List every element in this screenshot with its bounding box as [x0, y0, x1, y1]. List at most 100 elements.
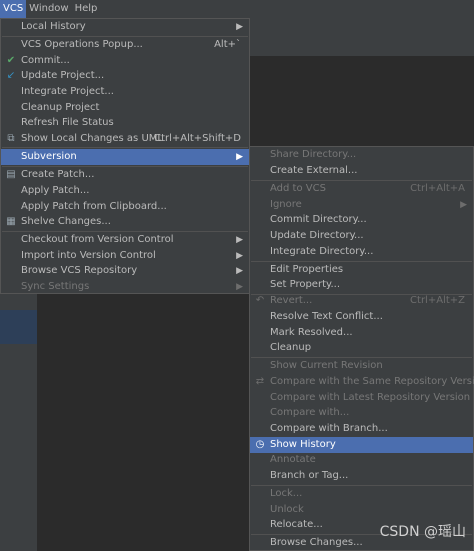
update-arrow-icon: ↙ — [6, 70, 16, 81]
menu-item-shortcut: Ctrl+Alt+Shift+D — [154, 133, 241, 144]
menu-item-create-external[interactable]: Create External... — [250, 163, 473, 179]
check-icon: ✔ — [6, 55, 16, 66]
menubar-window[interactable]: Window — [26, 0, 71, 18]
menu-item-apply-patch-clipboard[interactable]: Apply Patch from Clipboard... — [1, 199, 249, 215]
menu-item-compare-latest-repo-version: Compare with Latest Repository Version — [250, 390, 473, 406]
menu-item-label: Integrate Directory... — [270, 246, 374, 257]
menu-item-resolve-text-conflict[interactable]: Resolve Text Conflict... — [250, 309, 473, 325]
menu-item-label: Ignore — [270, 199, 302, 210]
menu-item-label: Refresh File Status — [21, 117, 114, 128]
menu-item-cleanup[interactable]: Cleanup — [250, 340, 473, 356]
menu-item-label: Branch or Tag... — [270, 470, 349, 481]
menu-item-label: Compare with Branch... — [270, 423, 388, 434]
menu-item-label: Update Project... — [21, 70, 105, 81]
menu-item-unlock: Unlock — [250, 502, 473, 518]
menu-item-label: Show Local Changes as UML — [21, 133, 163, 144]
menu-item-compare-with: Compare with... — [250, 405, 473, 421]
menu-item-branch-or-tag[interactable]: Branch or Tag... — [250, 468, 473, 484]
submenu-arrow-icon: ▶ — [236, 235, 243, 245]
menu-item-edit-properties[interactable]: Edit Properties — [250, 262, 473, 278]
menu-item-share-directory: Share Directory... — [250, 147, 473, 163]
menu-item-label: Add to VCS — [270, 183, 326, 194]
menu-item-label: Commit Directory... — [270, 214, 367, 225]
menu-item-label: VCS Operations Popup... — [21, 39, 143, 50]
menu-item-vcs-operations-popup[interactable]: VCS Operations Popup... Alt+` — [1, 37, 249, 53]
menu-item-cleanup-project[interactable]: Cleanup Project — [1, 100, 249, 116]
menubar-help[interactable]: Help — [72, 0, 101, 18]
menu-item-label: Apply Patch... — [21, 185, 90, 196]
menu-item-lock: Lock... — [250, 486, 473, 502]
menu-item-label: Create Patch... — [21, 169, 95, 180]
menu-item-subversion[interactable]: Subversion ▶ — [1, 149, 249, 165]
submenu-arrow-icon: ▶ — [236, 282, 243, 292]
shelve-icon: ▦ — [6, 216, 16, 227]
menu-item-label: Subversion — [21, 151, 77, 162]
compare-icon: ⇄ — [255, 376, 265, 387]
selected-tree-row[interactable] — [0, 310, 37, 344]
submenu-arrow-icon: ▶ — [236, 251, 243, 261]
menu-item-label: Local History — [21, 21, 86, 32]
submenu-arrow-icon: ▶ — [236, 266, 243, 276]
menu-item-refresh-file-status[interactable]: Refresh File Status — [1, 115, 249, 131]
menu-item-mark-resolved[interactable]: Mark Resolved... — [250, 325, 473, 341]
menu-item-commit-directory[interactable]: Commit Directory... — [250, 212, 473, 228]
submenu-arrow-icon: ▶ — [236, 152, 243, 162]
menu-item-update-project[interactable]: ↙ Update Project... — [1, 68, 249, 84]
clock-icon: ◷ — [255, 439, 265, 450]
menu-item-show-local-changes-uml[interactable]: ⧉ Show Local Changes as UML Ctrl+Alt+Shi… — [1, 131, 249, 147]
menu-item-label: Cleanup — [270, 342, 312, 353]
menu-item-label: Checkout from Version Control — [21, 234, 174, 245]
menu-item-set-property[interactable]: Set Property... — [250, 277, 473, 293]
menu-item-label: Create External... — [270, 165, 358, 176]
menu-item-label: Unlock — [270, 504, 304, 515]
watermark: CSDN @瑶山 — [379, 524, 466, 540]
menu-item-label: Compare with Latest Repository Version — [270, 392, 471, 403]
revert-icon: ↶ — [255, 295, 265, 306]
menu-separator — [2, 147, 248, 148]
menu-item-checkout[interactable]: Checkout from Version Control ▶ — [1, 232, 249, 248]
menu-item-ignore: Ignore ▶ — [250, 197, 473, 213]
menu-item-label: Revert... — [270, 295, 313, 306]
menu-item-add-to-vcs: Add to VCS Ctrl+Alt+A — [250, 181, 473, 197]
menu-item-label: Browse VCS Repository — [21, 265, 138, 276]
menu-item-shortcut: Alt+` — [214, 39, 241, 50]
menu-item-integrate-directory[interactable]: Integrate Directory... — [250, 244, 473, 260]
menu-item-label: Browse Changes... — [270, 537, 363, 548]
menu-item-label: Import into Version Control — [21, 250, 156, 261]
menu-item-shortcut: Ctrl+Alt+A — [410, 183, 465, 194]
menu-item-import[interactable]: Import into Version Control ▶ — [1, 248, 249, 264]
menu-item-label: Annotate — [270, 454, 316, 465]
menu-item-label: Show Current Revision — [270, 360, 383, 371]
menu-item-label: Show History — [270, 439, 336, 450]
menu-item-commit[interactable]: ✔ Commit... — [1, 53, 249, 69]
subversion-submenu: Share Directory... Create External... Ad… — [249, 146, 474, 551]
menu-item-label: Shelve Changes... — [21, 216, 111, 227]
menu-item-label: Mark Resolved... — [270, 327, 353, 338]
menu-item-show-history[interactable]: ◷ Show History — [250, 437, 473, 453]
menu-item-integrate-project[interactable]: Integrate Project... — [1, 84, 249, 100]
menu-item-browse-vcs-repository[interactable]: Browse VCS Repository ▶ — [1, 263, 249, 279]
menu-item-apply-patch[interactable]: Apply Patch... — [1, 183, 249, 199]
menu-item-label: Share Directory... — [270, 149, 357, 160]
menubar-vcs[interactable]: VCS — [0, 0, 27, 18]
menu-item-label: Apply Patch from Clipboard... — [21, 201, 167, 212]
submenu-arrow-icon: ▶ — [460, 200, 467, 210]
menu-item-sync-settings: Sync Settings ▶ — [1, 279, 249, 295]
menu-item-revert: ↶ Revert... Ctrl+Alt+Z — [250, 293, 473, 309]
menu-item-compare-with-branch[interactable]: Compare with Branch... — [250, 421, 473, 437]
menu-item-shortcut: Ctrl+Alt+Z — [410, 295, 465, 306]
menu-item-local-history[interactable]: Local History ▶ — [1, 19, 249, 35]
menu-item-compare-same-repo-version: ⇄ Compare with the Same Repository Versi… — [250, 374, 474, 390]
menu-item-update-directory[interactable]: Update Directory... — [250, 228, 473, 244]
menu-item-show-current-revision: Show Current Revision — [250, 358, 473, 374]
menu-item-label: Compare with... — [270, 407, 350, 418]
menu-item-label: Edit Properties — [270, 264, 344, 275]
menu-item-label: Cleanup Project — [21, 102, 100, 113]
menu-item-label: Relocate... — [270, 519, 323, 530]
menu-item-shelve-changes[interactable]: ▦ Shelve Changes... — [1, 214, 249, 230]
menu-item-label: Resolve Text Conflict... — [270, 311, 383, 322]
vcs-menu: Local History ▶ VCS Operations Popup... … — [0, 18, 250, 294]
menu-item-label: Compare with the Same Repository Version — [270, 376, 474, 387]
menu-item-label: Sync Settings — [21, 281, 90, 292]
menu-item-create-patch[interactable]: ▤ Create Patch... — [1, 167, 249, 183]
